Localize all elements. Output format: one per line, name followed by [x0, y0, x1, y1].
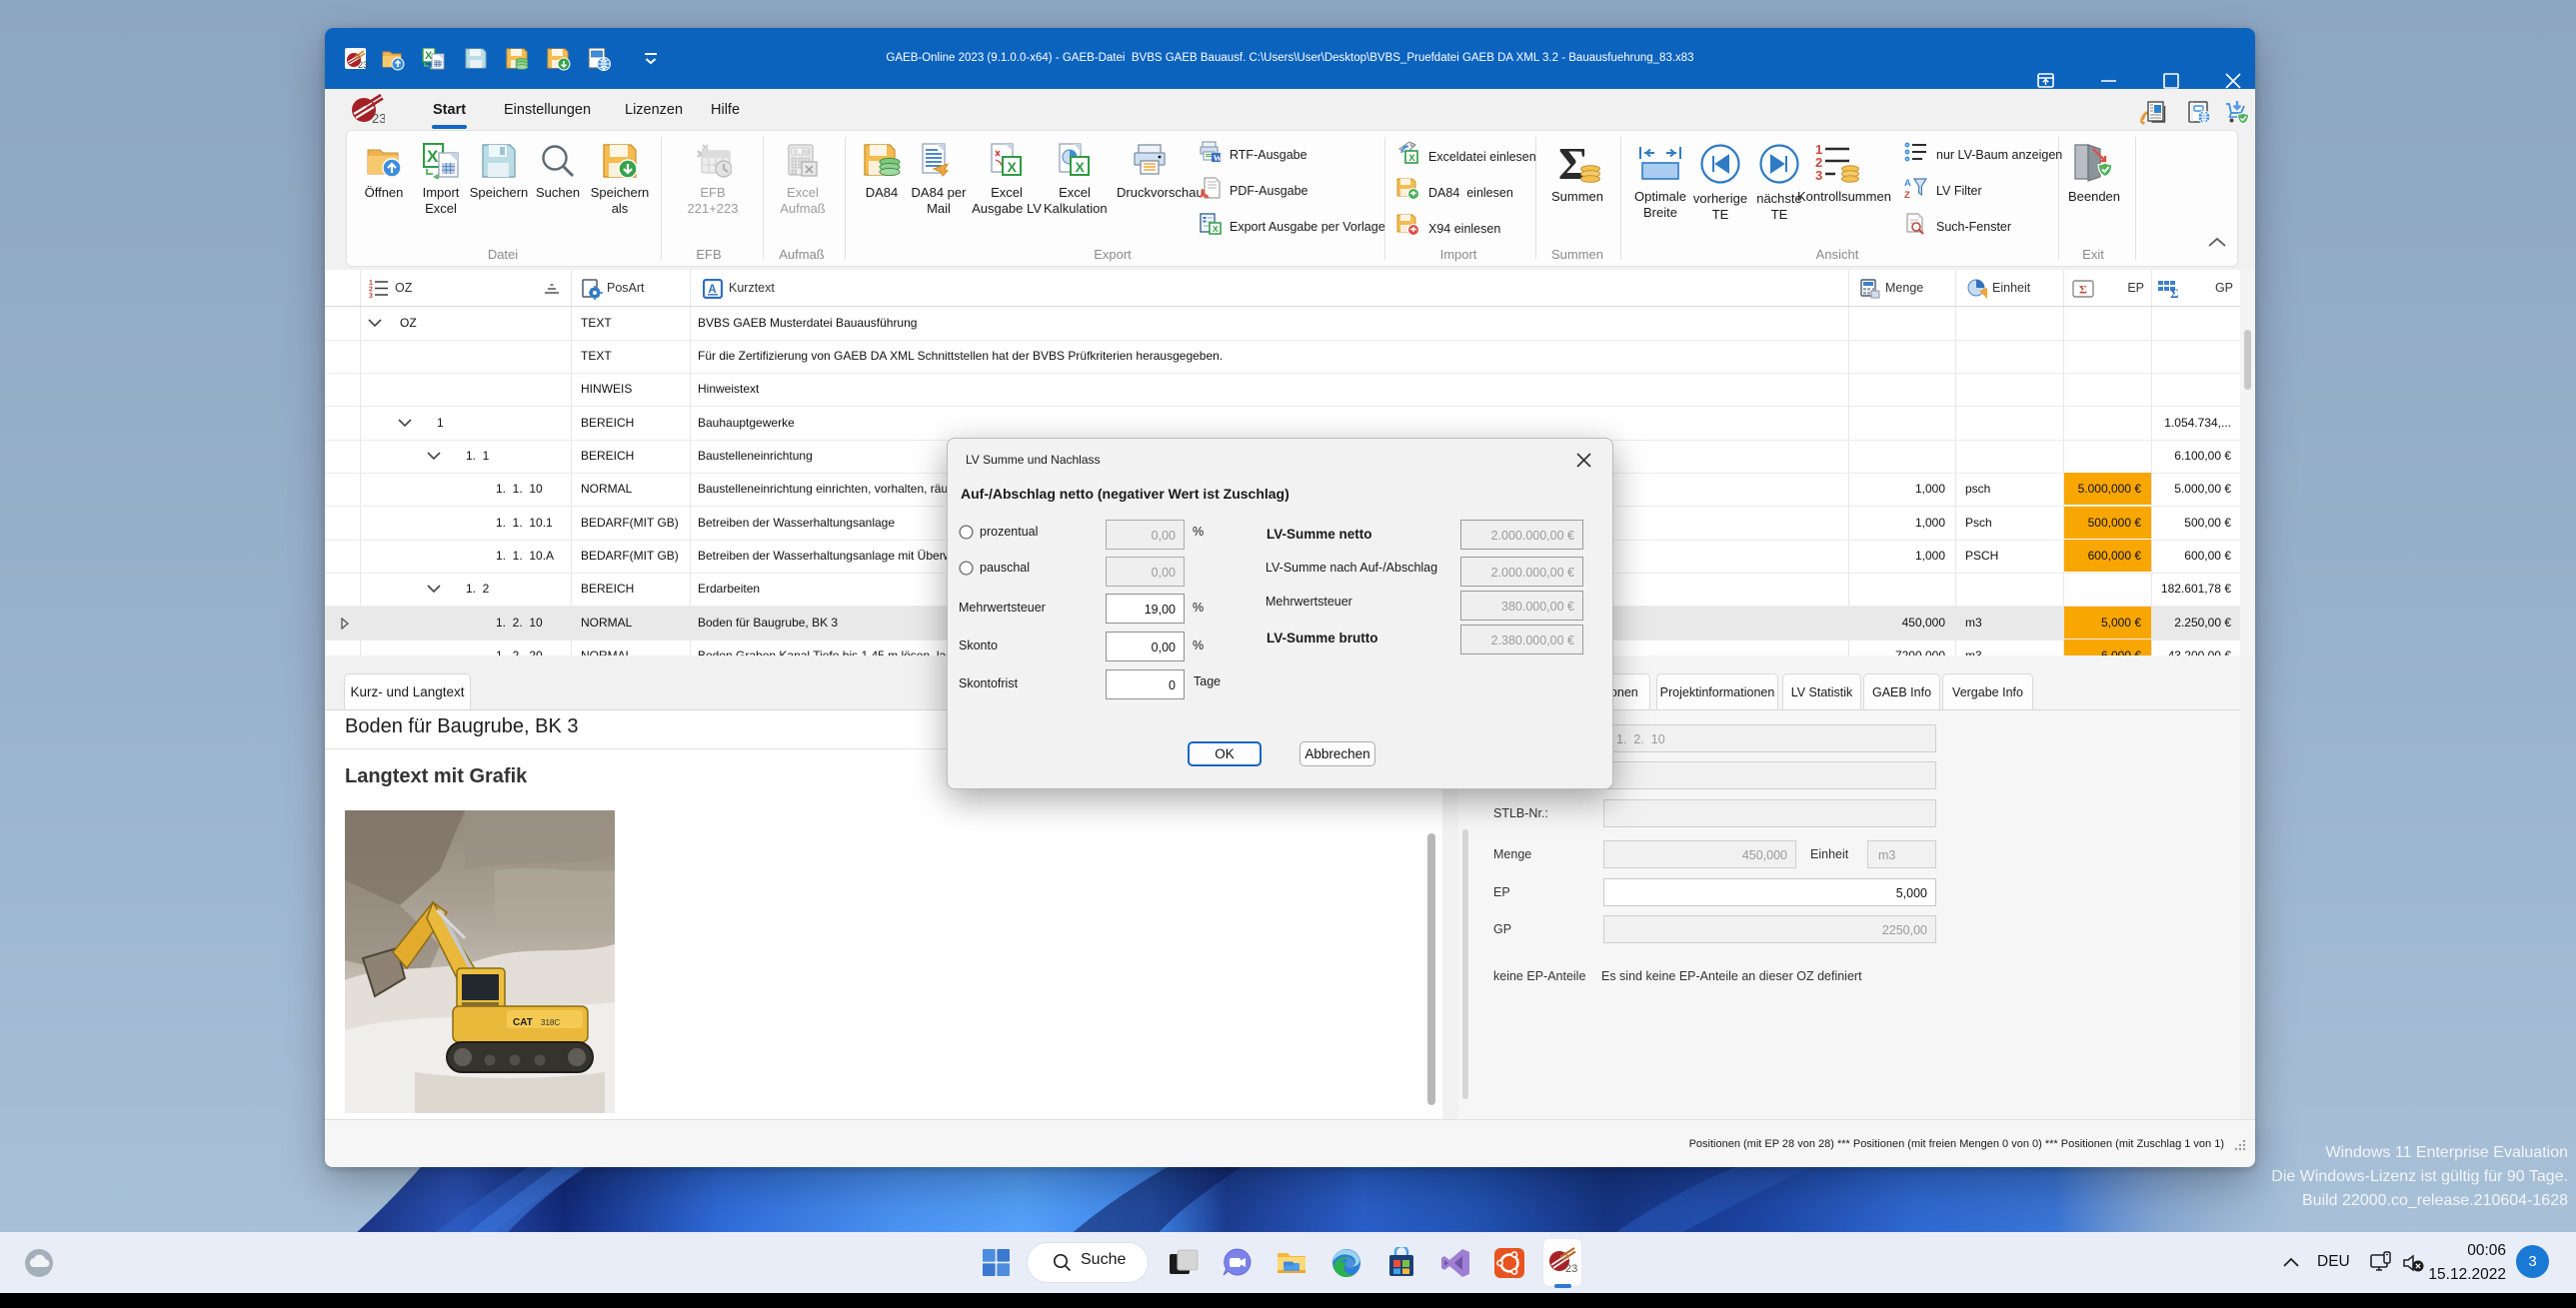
svg-text:W: W	[1214, 153, 1222, 163]
svg-text:Σ: Σ	[2079, 283, 2087, 297]
svg-text:X: X	[1008, 159, 1018, 175]
svg-text:X: X	[427, 147, 439, 166]
svg-text:X: X	[1076, 159, 1086, 175]
svg-text:318C: 318C	[541, 1018, 560, 1027]
svg-text:23: 23	[372, 111, 385, 126]
svg-text:Σ: Σ	[2170, 286, 2179, 299]
svg-text:X: X	[1408, 153, 1415, 164]
svg-text:Z: Z	[1904, 190, 1910, 199]
svg-text:3: 3	[369, 293, 373, 298]
svg-text:3: 3	[1815, 168, 1822, 183]
svg-text:23: 23	[1565, 1263, 1577, 1275]
svg-text:X: X	[1213, 224, 1219, 234]
svg-text:0.00: 0.00	[794, 149, 810, 156]
svg-text:A: A	[1904, 178, 1911, 189]
svg-text:CAT: CAT	[513, 1017, 533, 1028]
